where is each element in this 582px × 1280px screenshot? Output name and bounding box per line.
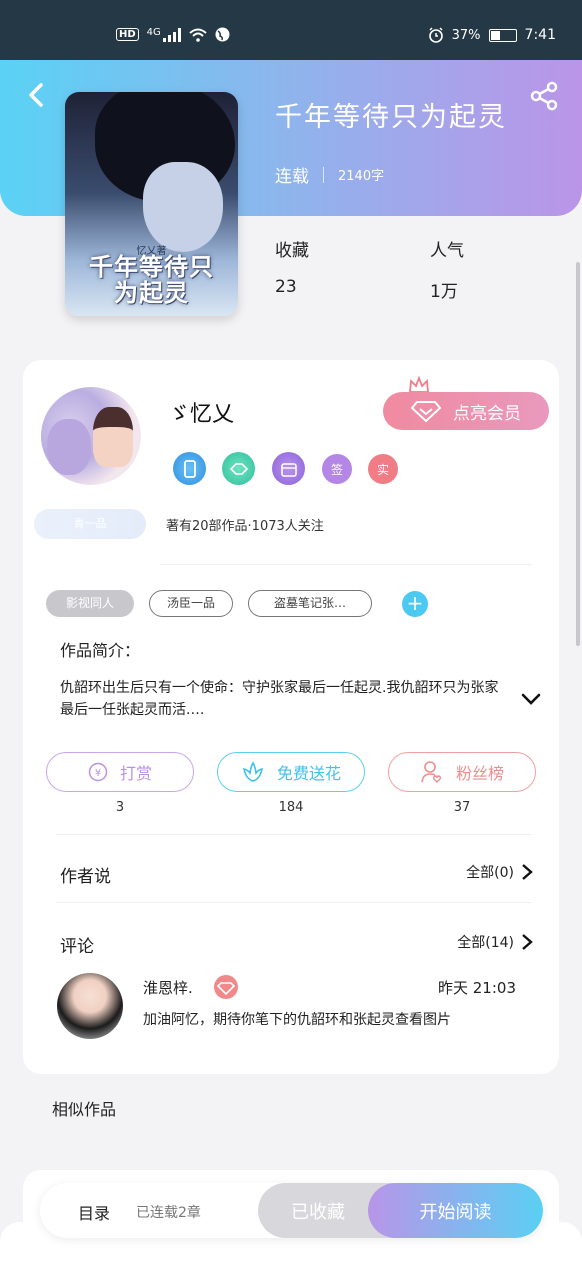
fans-label: 粉丝榜 (455, 764, 504, 783)
comment-text[interactable]: 加油阿忆，期待你笔下的仇韶环和张起灵查看图片 (143, 1009, 513, 1031)
fans-ranking-button[interactable]: 粉丝榜 (388, 752, 536, 792)
status-right: 37% 7:41 (428, 27, 556, 43)
alarm-icon (428, 27, 443, 43)
meta-divider (323, 166, 324, 183)
author-name[interactable]: ゞ忆乂 (168, 396, 234, 428)
stat-popularity: 人气 1万 (430, 236, 464, 302)
sign-medal-label: 签 (330, 462, 343, 477)
commenter-avatar[interactable] (57, 973, 123, 1039)
signal-icon (162, 27, 181, 42)
vip-diamond-icon (214, 975, 238, 999)
chevron-right-icon (522, 864, 533, 880)
book-cover[interactable]: 忆乂著 千年等待只为起灵 (65, 92, 238, 316)
book-meta: 连载 2140字 (275, 162, 384, 187)
divider (160, 564, 532, 565)
coin-icon: ¥ (88, 762, 108, 782)
divider (56, 902, 532, 903)
word-count: 2140字 (338, 169, 385, 184)
tag-daomu[interactable]: 盗墓笔记张… (248, 590, 372, 617)
verified-medal[interactable]: 实 (368, 454, 398, 484)
collected-label: 已收藏 (291, 1201, 345, 1223)
start-reading-label: 开始阅读 (419, 1201, 492, 1223)
handshake-medal-icon[interactable] (222, 452, 255, 485)
scrollbar[interactable] (576, 262, 580, 646)
flower-count: 184 (278, 800, 304, 815)
stat-label: 收藏 (275, 241, 309, 261)
fans-count: 37 (453, 800, 471, 815)
stat-collections: 收藏 23 (275, 236, 309, 297)
bottom-action-bar: 目录 已连载2章 已收藏 开始阅读 (40, 1183, 543, 1238)
svg-text:¥: ¥ (95, 768, 101, 779)
tag-fandom[interactable]: 影视同人 (46, 590, 134, 617)
author-summary: 著有20部作品·1073人关注 (166, 519, 324, 534)
toc-button[interactable]: 目录 (78, 1200, 110, 1224)
cover-title-text: 千年等待只为起灵 (89, 253, 214, 307)
status-left: HD 4G (116, 27, 230, 42)
book-title: 千年等待只为起灵 (275, 102, 507, 133)
globe-icon (215, 27, 230, 42)
share-icon[interactable] (528, 80, 560, 112)
phone-medal-icon[interactable] (173, 452, 206, 485)
comments-label: 评论 (60, 937, 94, 957)
intro-text: 仇韶环出生后只有一个使命：守护张家最后一任起灵.我仇韶环只为张家最后一任张起灵而… (60, 680, 499, 718)
intro-label: 作品简介： (60, 641, 141, 660)
vip-button[interactable]: 点亮会员 (383, 392, 549, 430)
verified-medal-label: 实 (376, 462, 389, 477)
tip-label: 打赏 (119, 764, 152, 783)
flower-label: 免费送花 (276, 764, 341, 783)
author-avatar[interactable] (41, 387, 141, 485)
avatar-bunny (47, 419, 91, 475)
tip-count: 3 (115, 800, 125, 815)
user-heart-icon (421, 761, 442, 783)
author-level-badge: 青一品 (34, 509, 146, 539)
vip-button-label: 点亮会员 (453, 403, 521, 424)
tag-tangchen[interactable]: 汤臣一品 (149, 590, 233, 617)
start-reading-button[interactable]: 开始阅读 (368, 1183, 543, 1238)
author-says-all-label: 全部(0) (466, 865, 514, 881)
battery-icon (488, 28, 517, 42)
stat-label: 人气 (430, 241, 464, 261)
avatar-girl (93, 407, 133, 467)
chapter-count: 已连载2章 (136, 1205, 201, 1221)
network-label: 4G (146, 27, 161, 38)
flower-icon (242, 761, 264, 782)
clock: 7:41 (524, 27, 556, 43)
similar-works-label: 相似作品 (52, 1100, 117, 1119)
battery-percent: 37% (451, 27, 481, 43)
status-bar: HD 4G 37% 7:41 (0, 0, 582, 60)
commenter-name[interactable]: 淮恩梓. (143, 977, 193, 998)
add-tag-button[interactable]: + (402, 591, 428, 617)
chevron-right-icon (522, 934, 533, 950)
back-icon[interactable] (22, 80, 52, 110)
comments-all-link[interactable]: 全部(14) (457, 932, 534, 952)
author-says-label: 作者说 (60, 867, 111, 887)
diamond-icon (411, 401, 441, 422)
book-status: 连载 (275, 167, 309, 187)
comments-all-label: 全部(14) (457, 935, 514, 951)
cover-title: 千年等待只为起灵 (65, 254, 238, 306)
send-flower-button[interactable]: 免费送花 (217, 752, 365, 792)
tip-button[interactable]: ¥ 打赏 (46, 752, 194, 792)
chevron-down-icon[interactable] (520, 688, 542, 710)
sign-medal[interactable]: 签 (322, 454, 352, 484)
cover-art-face (143, 162, 223, 252)
divider (56, 834, 532, 835)
wifi-icon (189, 28, 207, 42)
calendar-medal-icon[interactable] (272, 452, 305, 485)
hd-badge: HD (116, 28, 139, 41)
stat-value: 23 (275, 277, 297, 297)
comment-time: 昨天 21:03 (438, 979, 516, 997)
author-says-all-link[interactable]: 全部(0) (466, 862, 534, 882)
stat-value: 1万 (430, 282, 458, 302)
